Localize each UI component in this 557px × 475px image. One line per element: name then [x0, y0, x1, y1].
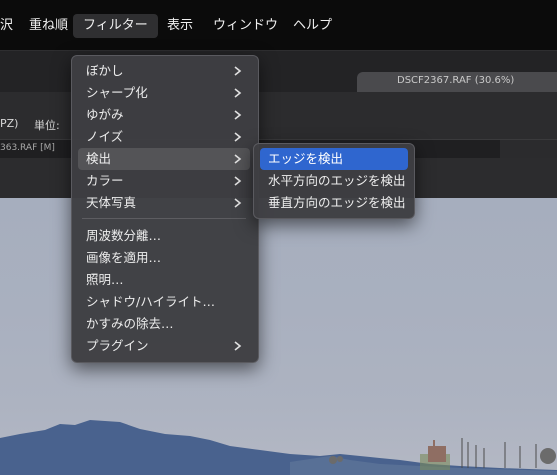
- units-label: 単位:: [34, 119, 60, 132]
- menu-item-distort[interactable]: ゆがみ: [78, 104, 250, 126]
- chevron-right-icon: [234, 176, 242, 186]
- menu-item-apply-image[interactable]: 画像を適用…: [78, 247, 250, 269]
- menu-item-detect-vertical-edges[interactable]: 垂直方向のエッジを検出: [260, 192, 408, 214]
- menu-item-label: 検出: [86, 151, 112, 166]
- menu-item-astrophotography[interactable]: 天体写真: [78, 192, 250, 214]
- chevron-right-icon: [234, 66, 242, 76]
- menubar-partial-item[interactable]: 沢: [0, 15, 13, 37]
- menu-item-label: かすみの除去…: [86, 316, 174, 331]
- menu-item-label: シャドウ/ハイライト…: [86, 294, 215, 309]
- menu-item-label: 画像を適用…: [86, 250, 162, 265]
- menu-item-label: 垂直方向のエッジを検出: [268, 195, 406, 210]
- menu-item-haze-removal[interactable]: かすみの除去…: [78, 313, 250, 335]
- menu-item-shadows-highlights[interactable]: シャドウ/ハイライト…: [78, 291, 250, 313]
- menu-item-detect[interactable]: 検出: [78, 148, 250, 170]
- menu-item-frequency-separation[interactable]: 周波数分離…: [78, 225, 250, 247]
- layer-name: 363.RAF [M]: [0, 143, 55, 153]
- document-tab[interactable]: DSCF2367.RAF (30.6%): [357, 72, 557, 92]
- menu-item-label: ぼかし: [86, 63, 124, 78]
- menu-item-detect-edges[interactable]: エッジを検出: [260, 148, 408, 170]
- chevron-right-icon: [234, 88, 242, 98]
- menu-item-label: ゆがみ: [86, 107, 124, 122]
- menu-item-label: ノイズ: [86, 129, 124, 144]
- chevron-right-icon: [234, 341, 242, 351]
- menu-item-label: 周波数分離…: [86, 228, 162, 243]
- menu-item-label: 照明…: [86, 272, 124, 287]
- menubar-view[interactable]: 表示: [167, 15, 193, 37]
- menubar-arrange[interactable]: 重ね順: [29, 15, 68, 37]
- menubar-window[interactable]: ウィンドウ: [213, 15, 278, 37]
- menu-item-plugins[interactable]: プラグイン: [78, 335, 250, 357]
- menu-item-label: エッジを検出: [268, 151, 344, 166]
- menu-item-label: 水平方向のエッジを検出: [268, 173, 406, 188]
- menu-item-lighting[interactable]: 照明…: [78, 269, 250, 291]
- chevron-right-icon: [234, 154, 242, 164]
- options-partial-text: PZ): [0, 117, 19, 130]
- menu-item-label: プラグイン: [86, 338, 149, 353]
- chevron-right-icon: [234, 198, 242, 208]
- layer-row-field[interactable]: [500, 140, 557, 158]
- menubar-help[interactable]: ヘルプ: [293, 15, 332, 37]
- chevron-right-icon: [234, 110, 242, 120]
- menu-item-noise[interactable]: ノイズ: [78, 126, 250, 148]
- document-tab-title: DSCF2367.RAF (30.6%): [397, 75, 515, 86]
- menu-item-blur[interactable]: ぼかし: [78, 60, 250, 82]
- menu-item-label: カラー: [86, 173, 124, 188]
- menu-separator: [82, 218, 246, 219]
- menu-item-detect-horizontal-edges[interactable]: 水平方向のエッジを検出: [260, 170, 408, 192]
- menu-item-colour[interactable]: カラー: [78, 170, 250, 192]
- menu-bar: 沢 重ね順 フィルター 表示 ウィンドウ ヘルプ: [0, 0, 557, 50]
- chevron-right-icon: [234, 132, 242, 142]
- menu-item-label: シャープ化: [86, 85, 148, 100]
- menubar-filter[interactable]: フィルター: [73, 14, 158, 38]
- filter-menu: ぼかし シャープ化 ゆがみ ノイズ 検出 カラー 天体写真 周波数分離… 画像を…: [71, 55, 259, 363]
- detect-submenu: エッジを検出 水平方向のエッジを検出 垂直方向のエッジを検出: [253, 143, 415, 219]
- menu-item-sharpen[interactable]: シャープ化: [78, 82, 250, 104]
- menu-item-label: 天体写真: [86, 195, 137, 210]
